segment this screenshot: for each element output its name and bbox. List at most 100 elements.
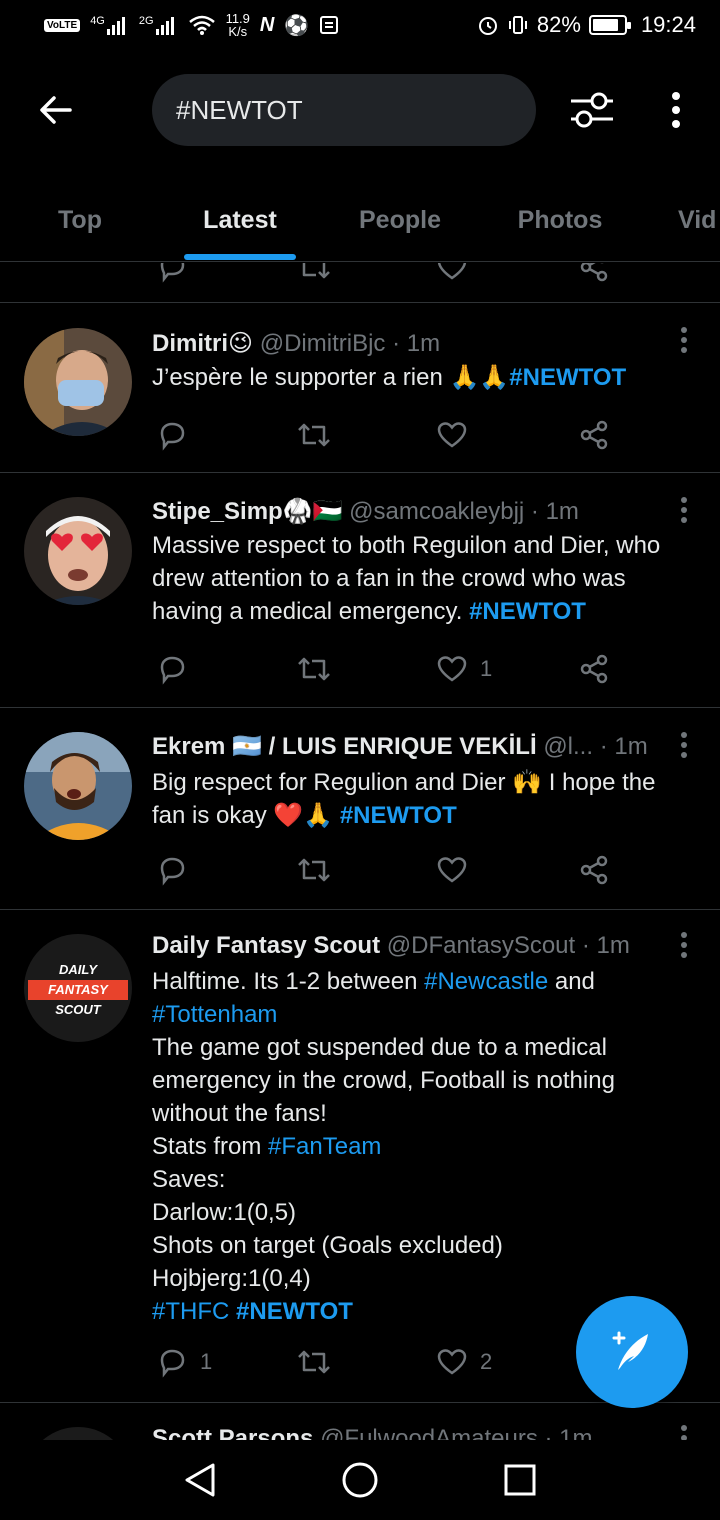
avatar[interactable] [24, 1427, 132, 1440]
tab-videos[interactable]: Vid [660, 180, 720, 260]
tweet[interactable]: Dimitri😉 @DimitriBjc · 1m J’espère le su… [0, 303, 720, 473]
handle[interactable]: @DimitriBjc [260, 330, 386, 357]
tweet-header: Dimitri😉 @DimitriBjc · 1m [152, 329, 660, 358]
share-button[interactable] [578, 263, 610, 287]
hashtag-link[interactable]: #THFC [152, 1298, 229, 1325]
retweet-button[interactable] [296, 415, 332, 455]
hashtag-link[interactable]: #Newcastle [424, 968, 548, 995]
reply-button[interactable] [156, 415, 188, 455]
tweet-feed[interactable]: Dimitri😉 @DimitriBjc · 1m J’espère le su… [0, 263, 720, 1440]
text-line: Darlow:1(0,5) [152, 1199, 297, 1226]
avatar[interactable] [24, 497, 132, 605]
reply-button[interactable] [156, 649, 188, 689]
tweet-more-button[interactable] [674, 327, 694, 357]
tweet-more-button[interactable] [674, 932, 694, 962]
search-query: #NEWTOT [176, 94, 303, 125]
handle[interactable]: @samcoakleybjj [349, 498, 524, 525]
avatar-logo: DAILY FANTASY SCOUT [24, 960, 132, 1020]
nav-back-button[interactable] [178, 1458, 222, 1502]
tweet[interactable]: Ekrem 🇦🇷 / LUIS ENRIQUE VEKİLİ @l... · 1… [0, 708, 720, 910]
handle[interactable]: @l... [543, 733, 593, 760]
reply-icon [160, 656, 185, 685]
tweet[interactable]: Stipe_Simp🥋🇵🇸 @samcoakleybjj · 1m Massiv… [0, 473, 720, 708]
reply-button[interactable]: 1 [156, 1342, 212, 1382]
hashtag-link[interactable]: #NEWTOT [509, 364, 626, 391]
compose-tweet-button[interactable] [576, 1296, 688, 1408]
avatar[interactable] [24, 732, 132, 840]
hashtag-link[interactable]: #FanTeam [268, 1133, 381, 1160]
hashtag-link[interactable]: #NEWTOT [340, 802, 457, 829]
heart-icon [437, 422, 467, 448]
tab-people[interactable]: People [340, 180, 460, 260]
volte-indicator: VoLTE [44, 18, 81, 32]
active-tab-indicator [184, 254, 296, 260]
tweet-partial-top[interactable] [0, 263, 720, 303]
like-button[interactable] [436, 263, 468, 287]
tab-top[interactable]: Top [20, 180, 140, 260]
reply-icon [160, 857, 185, 886]
reply-button[interactable] [156, 850, 188, 890]
tweet-actions [152, 263, 632, 287]
back-button[interactable] [28, 82, 84, 138]
tweet-more-button[interactable] [674, 732, 694, 762]
like-button[interactable] [436, 850, 468, 890]
hashtag-link[interactable]: #Tottenham [152, 1001, 277, 1028]
share-button[interactable] [578, 415, 610, 455]
share-button[interactable] [578, 850, 610, 890]
avatar[interactable]: DAILY FANTASY SCOUT [24, 934, 132, 1042]
like-count: 1 [480, 656, 493, 681]
n-icon: N [259, 13, 275, 36]
tab-photos[interactable]: Photos [500, 180, 620, 260]
display-name[interactable]: Stipe_Simp🥋🇵🇸 [152, 498, 342, 525]
hashtag-link[interactable]: #NEWTOT [236, 1298, 353, 1325]
share-button[interactable] [578, 649, 610, 689]
timestamp: · 1m [581, 932, 630, 959]
retweet-button[interactable] [296, 850, 332, 890]
tweet-text: Halftime. Its 1-2 between #Newcastle and… [152, 965, 684, 1328]
overflow-menu-button[interactable] [650, 82, 702, 138]
tweet-partial-bottom[interactable]: Scott Parsons @FulwoodAmateurs · 1m [0, 1403, 720, 1440]
tweet-more-button[interactable] [674, 497, 694, 527]
nav-home-button[interactable] [338, 1458, 382, 1502]
handle[interactable]: @FulwoodAmateurs [320, 1425, 538, 1440]
retweet-icon [298, 1350, 330, 1374]
search-filter-button[interactable] [564, 82, 620, 138]
hashtag-link[interactable]: #NEWTOT [469, 598, 586, 625]
like-button[interactable] [436, 415, 468, 455]
retweet-button[interactable] [296, 263, 332, 287]
vibrate-icon [508, 16, 527, 34]
logo-line: FANTASY [28, 980, 128, 1000]
reply-button[interactable] [156, 263, 188, 287]
timestamp: · 1m [392, 330, 441, 357]
display-name[interactable]: Ekrem 🇦🇷 / LUIS ENRIQUE VEKİLİ [152, 733, 537, 760]
retweet-button[interactable] [296, 1342, 332, 1382]
tab-latest[interactable]: Latest [180, 180, 300, 260]
arrow-left-icon [40, 96, 72, 124]
battery-percent: 82% [536, 12, 581, 37]
display-name[interactable]: Scott Parsons [152, 1425, 313, 1440]
tab-label: People [359, 205, 441, 234]
text-line: Saves: [152, 1166, 226, 1193]
timestamp: · 1m [530, 498, 579, 525]
search-input[interactable]: #NEWTOT [152, 74, 536, 146]
tweet-more-button[interactable] [674, 1425, 694, 1440]
like-button[interactable]: 2 [436, 1342, 492, 1382]
handle[interactable]: @DFantasyScout [387, 932, 575, 959]
heart-icon [437, 656, 467, 682]
display-name[interactable]: Daily Fantasy Scout [152, 932, 380, 959]
retweet-button[interactable] [296, 649, 332, 689]
signal-2g-icon: 2G [139, 15, 178, 35]
reply-icon [160, 1349, 185, 1378]
like-button[interactable]: 1 [436, 649, 492, 689]
system-navigation-bar [0, 1440, 720, 1520]
share-icon [580, 654, 608, 684]
nav-recents-button[interactable] [498, 1458, 542, 1502]
avatar-image [24, 497, 132, 605]
football-icon: ⚽ [284, 14, 310, 37]
display-name[interactable]: Dimitri😉 [152, 330, 253, 357]
tweet-actions: 1 [152, 649, 632, 689]
avatar[interactable] [24, 328, 132, 436]
share-icon [580, 263, 608, 282]
avatar-image [24, 732, 132, 840]
wifi-icon [188, 15, 215, 35]
